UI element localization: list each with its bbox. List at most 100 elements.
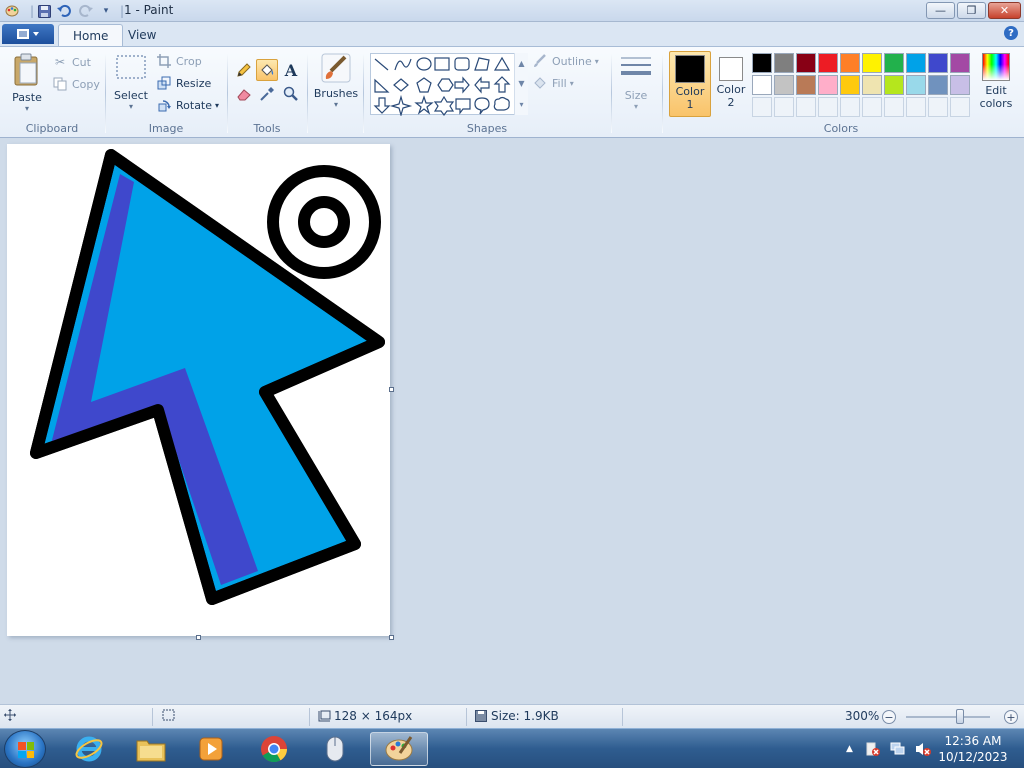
diamond-shape-icon bbox=[393, 78, 409, 92]
oval-shape-icon bbox=[416, 57, 432, 71]
palette-color-swatch[interactable] bbox=[884, 75, 904, 95]
start-button[interactable] bbox=[4, 730, 46, 768]
palette-color-swatch[interactable] bbox=[752, 75, 772, 95]
resize-handle-right[interactable] bbox=[389, 387, 394, 392]
right-arrow-shape-icon bbox=[454, 76, 470, 94]
paste-button[interactable]: Paste ▾ bbox=[8, 53, 46, 113]
zoom-slider-thumb[interactable] bbox=[956, 709, 964, 724]
media-player-icon[interactable] bbox=[184, 732, 238, 766]
taskbar-clock[interactable]: 12:36 AM 10/12/2023 bbox=[936, 733, 1010, 765]
help-icon[interactable]: ? bbox=[1004, 26, 1018, 40]
select-button[interactable]: Select ▾ bbox=[113, 53, 149, 111]
palette-custom-slot[interactable] bbox=[840, 97, 860, 117]
ribbon-tabs: Home View ? bbox=[0, 22, 1024, 46]
shapes-scrollbar[interactable]: ▲ ▼ ▾ bbox=[514, 53, 528, 115]
palette-custom-slot[interactable] bbox=[818, 97, 838, 117]
text-icon[interactable]: A bbox=[280, 59, 302, 81]
eraser-icon[interactable] bbox=[233, 83, 255, 105]
palette-color-swatch[interactable] bbox=[818, 53, 838, 73]
palette-custom-slot[interactable] bbox=[862, 97, 882, 117]
palette-color-swatch[interactable] bbox=[862, 75, 882, 95]
crop-button[interactable]: Crop bbox=[156, 51, 202, 71]
mouse-icon[interactable] bbox=[308, 732, 362, 766]
color1-swatch bbox=[675, 55, 705, 83]
palette-color-swatch[interactable] bbox=[928, 53, 948, 73]
brushes-button[interactable]: Brushes ▾ bbox=[313, 51, 359, 109]
canvas-size-icon bbox=[318, 710, 331, 722]
palette-custom-slot[interactable] bbox=[906, 97, 926, 117]
rotate-button[interactable]: Rotate ▾ bbox=[156, 95, 219, 115]
palette-color-swatch[interactable] bbox=[840, 53, 860, 73]
palette-custom-slot[interactable] bbox=[884, 97, 904, 117]
palette-color-swatch[interactable] bbox=[752, 53, 772, 73]
color2-button[interactable]: Color 2 bbox=[712, 54, 750, 116]
palette-color-swatch[interactable] bbox=[818, 75, 838, 95]
group-divider bbox=[307, 53, 308, 133]
palette-color-swatch[interactable] bbox=[774, 53, 794, 73]
palette-color-swatch[interactable] bbox=[950, 75, 970, 95]
scroll-up-icon[interactable]: ▲ bbox=[518, 59, 524, 68]
copy-button[interactable]: Copy bbox=[52, 74, 100, 94]
palette-color-swatch[interactable] bbox=[862, 53, 882, 73]
zoom-in-button[interactable]: + bbox=[1004, 710, 1018, 724]
show-hidden-icons[interactable]: ▲ bbox=[846, 729, 853, 768]
close-button[interactable]: ✕ bbox=[988, 2, 1021, 19]
six-point-star-shape-icon bbox=[433, 95, 455, 116]
app-menu-button[interactable] bbox=[2, 24, 54, 44]
customize-toolbar-icon[interactable]: ▾ bbox=[98, 3, 114, 19]
file-explorer-icon[interactable] bbox=[124, 732, 178, 766]
undo-icon[interactable] bbox=[56, 3, 72, 19]
redo-icon[interactable] bbox=[78, 3, 94, 19]
network-icon[interactable] bbox=[889, 729, 907, 768]
line-width-icon bbox=[621, 57, 651, 75]
action-center-icon[interactable] bbox=[864, 729, 882, 768]
resize-handle-bottom[interactable] bbox=[196, 635, 201, 640]
scroll-down-icon[interactable]: ▼ bbox=[518, 79, 524, 88]
drawing-canvas[interactable] bbox=[7, 144, 390, 636]
chrome-icon[interactable] bbox=[247, 732, 301, 766]
tab-view[interactable]: View bbox=[114, 24, 170, 46]
zoom-out-button[interactable]: − bbox=[882, 710, 896, 724]
edit-colors-label: Edit bbox=[985, 84, 1007, 97]
minimize-button[interactable]: — bbox=[926, 2, 955, 19]
color-picker-icon[interactable] bbox=[256, 83, 278, 105]
palette-custom-slot[interactable] bbox=[928, 97, 948, 117]
fill-bucket-icon[interactable] bbox=[256, 59, 278, 81]
palette-custom-slot[interactable] bbox=[796, 97, 816, 117]
palette-custom-slot[interactable] bbox=[774, 97, 794, 117]
cursor-position-icon bbox=[4, 709, 16, 721]
five-point-star-shape-icon bbox=[414, 95, 434, 115]
palette-color-swatch[interactable] bbox=[840, 75, 860, 95]
pencil-icon[interactable] bbox=[233, 59, 255, 81]
color1-button[interactable]: Color 1 bbox=[669, 51, 711, 117]
palette-color-swatch[interactable] bbox=[796, 53, 816, 73]
canvas-area[interactable] bbox=[0, 138, 1024, 704]
palette-color-swatch[interactable] bbox=[928, 75, 948, 95]
resize-handle-corner[interactable] bbox=[389, 635, 394, 640]
palette-color-swatch[interactable] bbox=[774, 75, 794, 95]
palette-color-swatch[interactable] bbox=[906, 53, 926, 73]
size-button[interactable]: Size ▾ bbox=[616, 55, 656, 111]
palette-custom-slot[interactable] bbox=[752, 97, 772, 117]
resize-button[interactable]: Resize bbox=[156, 73, 211, 93]
fill-button[interactable]: Fill ▾ bbox=[532, 73, 574, 93]
maximize-button[interactable]: ❐ bbox=[957, 2, 986, 19]
magnifier-icon[interactable] bbox=[280, 83, 302, 105]
save-icon[interactable] bbox=[36, 3, 52, 19]
internet-explorer-icon[interactable] bbox=[62, 732, 116, 766]
palette-color-swatch[interactable] bbox=[950, 53, 970, 73]
palette-color-swatch[interactable] bbox=[796, 75, 816, 95]
palette-custom-slot[interactable] bbox=[950, 97, 970, 117]
palette-color-swatch[interactable] bbox=[906, 75, 926, 95]
edit-colors-label-2: colors bbox=[979, 97, 1013, 110]
palette-color-swatch[interactable] bbox=[884, 53, 904, 73]
expand-gallery-icon[interactable]: ▾ bbox=[519, 100, 523, 109]
outline-button[interactable]: Outline ▾ bbox=[532, 51, 599, 71]
paint-taskbar-icon[interactable] bbox=[370, 732, 428, 766]
cut-button[interactable]: ✂ Cut bbox=[52, 52, 91, 72]
title-bar: | ▾ | 1 - Paint — ❐ ✕ bbox=[0, 0, 1024, 22]
paint-app-icon[interactable] bbox=[4, 3, 20, 19]
zoom-slider-track[interactable] bbox=[906, 716, 990, 718]
edit-colors-button[interactable]: Edit colors bbox=[976, 53, 1016, 110]
volume-muted-icon[interactable] bbox=[914, 729, 932, 768]
